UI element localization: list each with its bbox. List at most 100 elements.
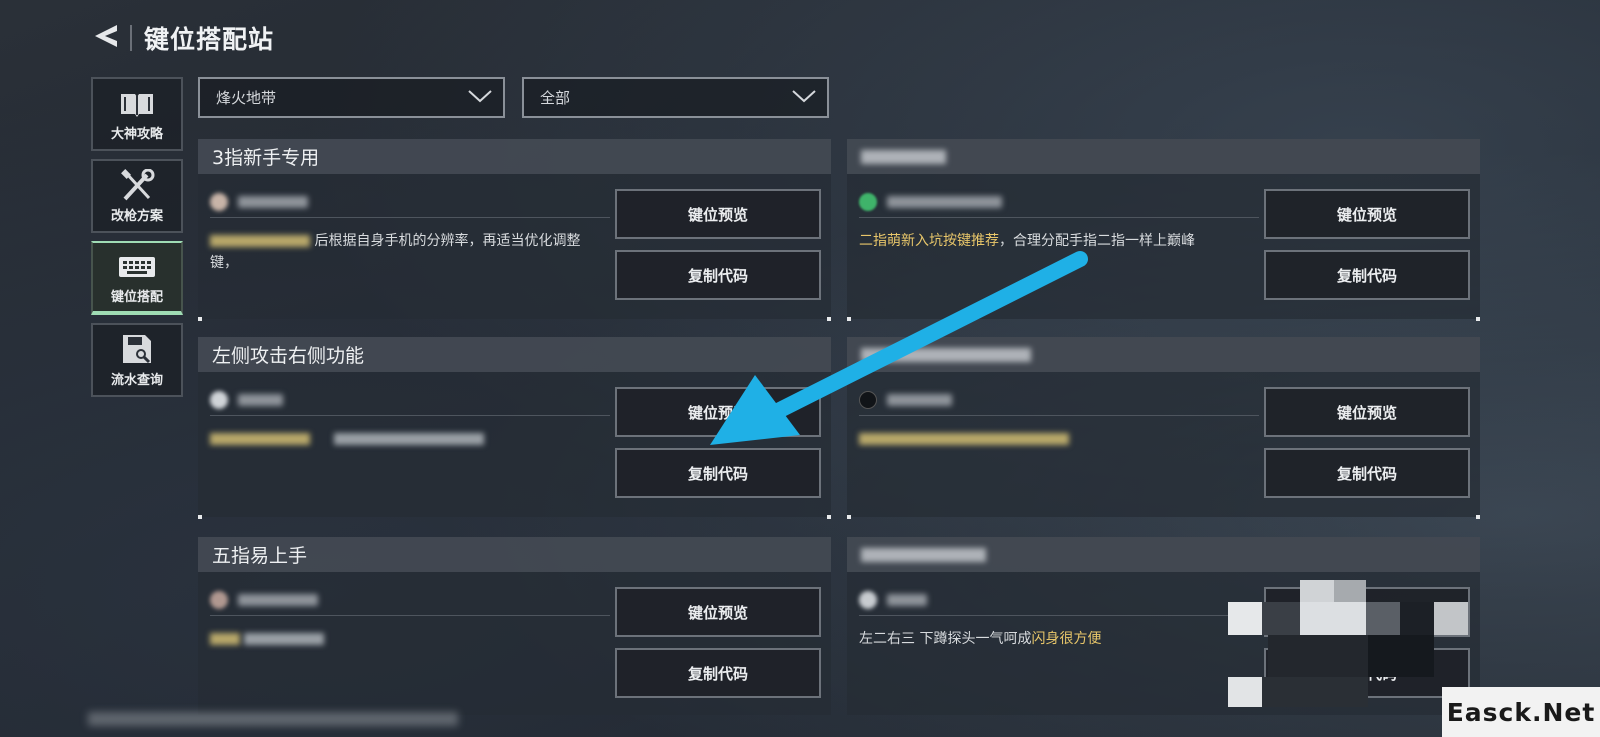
blurred-text — [244, 633, 325, 645]
watermark: Easck.Net — [1442, 687, 1600, 737]
preview-layout-button[interactable]: 键位预览 — [1264, 387, 1470, 437]
sidebar-item-records[interactable]: 流水查询 — [91, 323, 183, 397]
author-name-blurred — [238, 594, 318, 606]
mode-select[interactable]: 烽火地带 — [198, 77, 505, 118]
card-author — [859, 391, 952, 409]
author-name-blurred — [887, 196, 1002, 208]
card-description — [210, 428, 605, 450]
avatar — [210, 193, 228, 211]
card-header — [847, 337, 1480, 372]
card-description-highlight: 闪身很方便 — [1031, 631, 1102, 647]
card-divider — [210, 615, 610, 616]
card-description — [859, 428, 1254, 450]
chevron-down-icon — [791, 88, 817, 108]
card-divider — [210, 415, 610, 416]
blurred-text — [334, 433, 485, 445]
blurred-text — [210, 633, 240, 645]
copy-code-button[interactable]: 复制代码 — [615, 448, 821, 498]
layout-card: 键位预览 复制代码 — [847, 337, 1480, 519]
card-author — [210, 391, 283, 409]
card-divider — [859, 615, 1259, 616]
card-divider — [859, 415, 1259, 416]
copy-code-button[interactable]: 复制代码 — [1264, 250, 1470, 300]
card-author — [210, 591, 318, 609]
layout-card: 3指新手专用 后根据自身手机的分辨率，再适当优化调整键， 键位预览 复制代码 — [198, 139, 831, 321]
blurred-text — [210, 433, 310, 445]
keyboard-icon — [118, 250, 156, 284]
sidebar-item-label: 流水查询 — [110, 372, 163, 388]
author-name-blurred — [238, 394, 283, 406]
preview-layout-button[interactable]: 键位预览 — [615, 189, 821, 239]
sidebar-item-gun-mods[interactable]: 改枪方案 — [91, 159, 183, 233]
sidebar-item-label: 键位搭配 — [110, 289, 163, 305]
card-description-highlight: 二指萌新入坑按键推荐 — [859, 233, 999, 249]
avatar — [859, 391, 877, 409]
book-icon — [118, 87, 156, 121]
card-divider — [210, 217, 610, 218]
card-description: 二指萌新入坑按键推荐，合理分配手指二指一样上巅峰 — [859, 230, 1254, 252]
back-button[interactable] — [88, 20, 124, 56]
wrench-screwdriver-icon — [119, 168, 155, 203]
chevron-down-icon — [467, 88, 493, 108]
card-corner — [198, 515, 202, 519]
preview-layout-button[interactable]: 键位预览 — [615, 387, 821, 437]
layout-card: 左侧攻击右侧功能 键位预览 复制代码 — [198, 337, 831, 519]
card-corner — [827, 515, 831, 519]
card-title: 左侧攻击右侧功能 — [212, 345, 365, 367]
card-corner — [198, 317, 202, 321]
category-select[interactable]: 全部 — [522, 77, 829, 118]
card-title-blurred — [861, 347, 1031, 362]
card-divider — [859, 217, 1259, 218]
sidebar-item-label: 改枪方案 — [110, 208, 163, 224]
card-author — [859, 193, 1002, 211]
page-title: 键位搭配站 — [144, 25, 275, 54]
card-corner — [847, 317, 851, 321]
card-header: 左侧攻击右侧功能 — [198, 337, 831, 372]
card-author — [210, 193, 308, 211]
card-corner — [1476, 317, 1480, 321]
avatar — [210, 391, 228, 409]
card-description: 左二右三 下蹲探头一气呵成闪身很方便 — [859, 628, 1254, 650]
card-header — [847, 139, 1480, 174]
card-description — [210, 628, 605, 650]
copy-code-button[interactable]: 复制代码 — [1264, 448, 1470, 498]
mode-select-value: 烽火地带 — [216, 89, 277, 107]
header-divider — [130, 25, 132, 51]
avatar — [859, 591, 877, 609]
card-header: 3指新手专用 — [198, 139, 831, 174]
card-corner — [827, 317, 831, 321]
avatar — [859, 193, 877, 211]
card-description-text: 左二右三 下蹲探头一气呵成 — [859, 631, 1032, 647]
card-corner — [1476, 515, 1480, 519]
floppy-search-icon — [119, 333, 155, 367]
card-description: 后根据自身手机的分辨率，再适当优化调整键， — [210, 230, 605, 274]
layout-card: 五指易上手 键位预览 复制代码 — [198, 537, 831, 715]
card-author — [859, 591, 927, 609]
card-title-blurred — [861, 149, 946, 164]
avatar — [210, 591, 228, 609]
author-name-blurred — [238, 196, 308, 208]
card-title: 3指新手专用 — [212, 147, 320, 169]
sidebar-item-key-layout[interactable]: 键位搭配 — [91, 241, 183, 315]
blurred-footer-text — [88, 712, 458, 726]
blurred-text — [210, 235, 310, 247]
sidebar-item-label: 大神攻略 — [110, 126, 163, 142]
card-header: 五指易上手 — [198, 537, 831, 572]
author-name-blurred — [887, 594, 927, 606]
preview-layout-button[interactable]: 键位预览 — [1264, 189, 1470, 239]
author-name-blurred — [887, 394, 952, 406]
sidebar: 大神攻略 改枪方案 键位搭配 流水查询 — [91, 77, 183, 405]
copy-code-button[interactable]: 复制代码 — [615, 648, 821, 698]
card-title-blurred — [861, 547, 986, 562]
card-title: 五指易上手 — [212, 545, 308, 567]
back-arrow-icon — [91, 21, 121, 55]
header: 键位搭配站 — [88, 18, 274, 58]
category-select-value: 全部 — [540, 89, 571, 107]
card-header — [847, 537, 1480, 572]
sidebar-item-guides[interactable]: 大神攻略 — [91, 77, 183, 151]
preview-layout-button[interactable]: 键位预览 — [615, 587, 821, 637]
copy-code-button[interactable]: 复制代码 — [615, 250, 821, 300]
layout-card: 二指萌新入坑按键推荐，合理分配手指二指一样上巅峰 键位预览 复制代码 — [847, 139, 1480, 321]
blurred-text — [859, 433, 1069, 445]
card-description-text: ，合理分配手指二指一样上巅峰 — [999, 233, 1195, 249]
